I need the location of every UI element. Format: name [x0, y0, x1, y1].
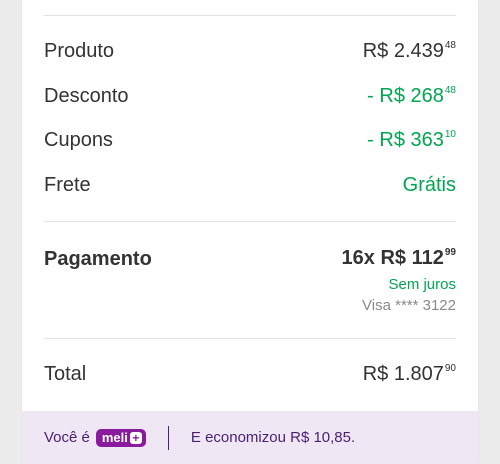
total-label: Total — [44, 363, 87, 385]
payment-installments-amount: 16x R$ 112 — [341, 247, 444, 269]
payment-label: Pagamento — [44, 248, 152, 270]
meli-plus-badge: meli + — [95, 428, 146, 447]
frete-label: Frete — [44, 174, 91, 196]
produto-value: R$ 2.43948 — [363, 40, 456, 63]
cupons-row: Cupons - R$ 36310 — [44, 129, 456, 152]
meli-plus-banner: Você é meli + E economizou R$ 10,85. — [22, 411, 478, 464]
frete-row: Frete Grátis — [44, 174, 456, 197]
total-row: Total R$ 1.80790 — [44, 363, 456, 386]
payment-card: Visa **** 3122 — [362, 297, 456, 314]
desconto-cents: 48 — [444, 85, 456, 96]
payment-installments-cents: 99 — [444, 247, 456, 258]
total-amount: R$ 1.807 — [362, 363, 444, 385]
produto-cents: 48 — [444, 40, 456, 51]
footer-separator — [167, 425, 169, 450]
produto-row: Produto R$ 2.43948 — [44, 40, 456, 63]
cupons-value: - R$ 36310 — [367, 129, 456, 152]
total-cents: 90 — [444, 363, 456, 374]
frete-value: Grátis — [402, 174, 456, 196]
divider-top — [44, 15, 456, 16]
payment-details: 16x R$ 11299 Sem juros Visa **** 3122 — [342, 247, 456, 314]
meli-badge-text: meli — [101, 430, 128, 445]
cupons-amount: - R$ 363 — [367, 129, 444, 151]
payment-installments: 16x R$ 11299 — [342, 247, 456, 270]
desconto-value: - R$ 26848 — [367, 85, 456, 108]
interest-note: Sem juros — [388, 276, 456, 293]
cupons-label: Cupons — [44, 129, 113, 151]
produto-amount: R$ 2.439 — [362, 40, 444, 62]
desconto-row: Desconto - R$ 26848 — [44, 85, 456, 108]
order-summary-card: Produto R$ 2.43948 Desconto - R$ 26848 C… — [22, 0, 478, 464]
footer-prefix: Você é — [44, 429, 90, 446]
total-value: R$ 1.80790 — [363, 363, 456, 386]
produto-label: Produto — [44, 40, 115, 62]
cupons-cents: 10 — [444, 129, 456, 140]
divider-bottom — [44, 338, 456, 339]
desconto-label: Desconto — [44, 85, 129, 107]
desconto-amount: - R$ 268 — [367, 85, 444, 107]
divider-middle — [44, 221, 456, 222]
plus-icon: + — [129, 431, 142, 444]
footer-savings: E economizou R$ 10,85. — [190, 429, 356, 446]
